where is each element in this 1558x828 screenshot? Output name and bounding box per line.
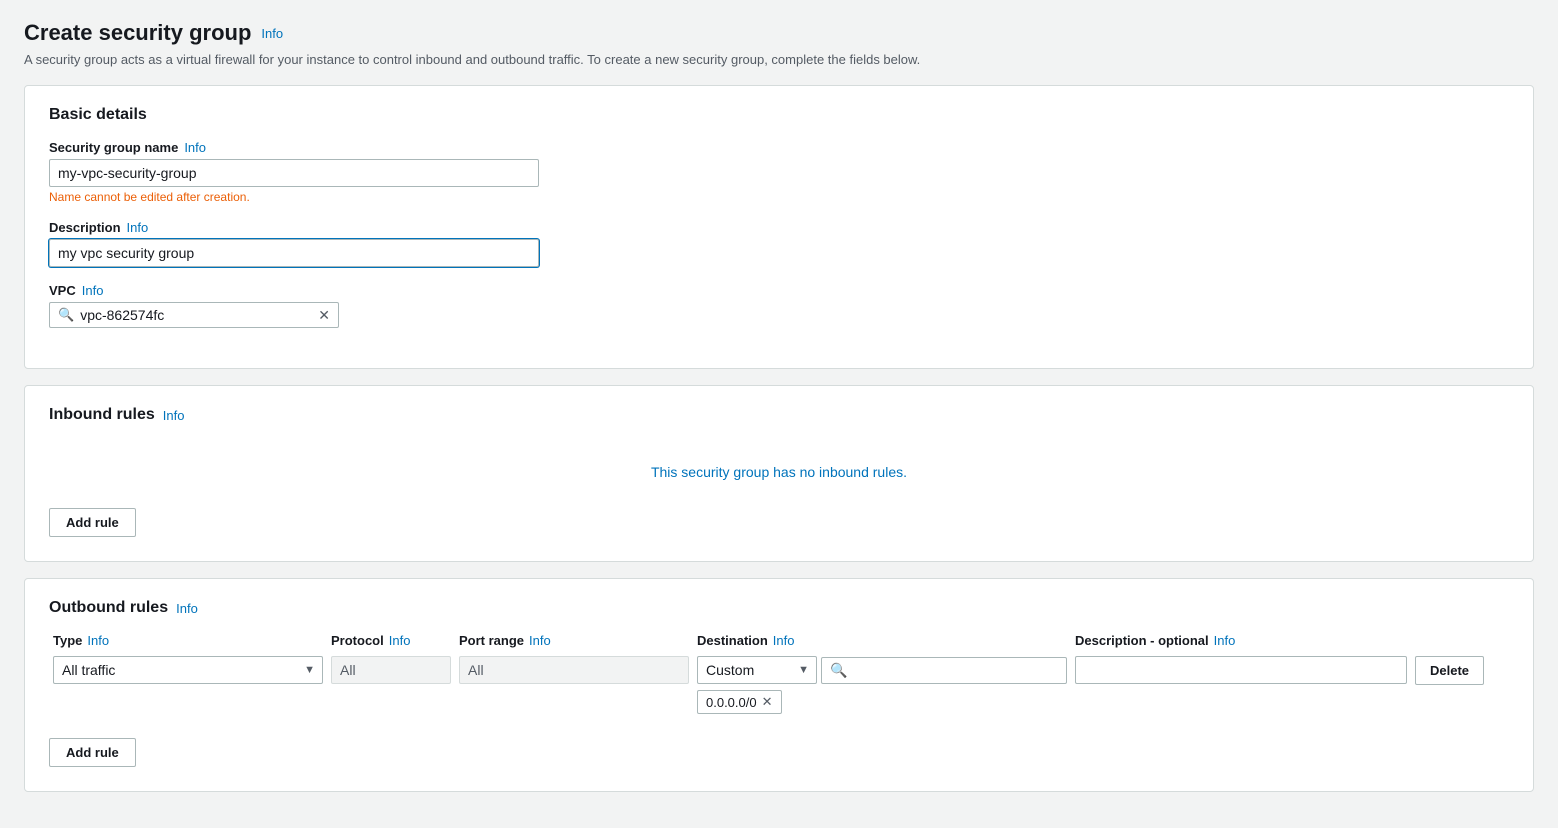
- cidr-tag: 0.0.0.0/0 ✕: [697, 690, 782, 714]
- cidr-tag-container: 0.0.0.0/0 ✕: [697, 690, 1067, 714]
- outbound-rules-section: Outbound rules Info Type Info Protocol I…: [24, 578, 1534, 792]
- inbound-rules-info-link[interactable]: Info: [163, 408, 185, 423]
- basic-details-title: Basic details: [49, 106, 147, 124]
- type-select-wrapper: All traffic ▼: [53, 656, 323, 684]
- cidr-remove-icon[interactable]: ✕: [762, 694, 773, 710]
- description-cell: [1075, 656, 1407, 684]
- vpc-search-icon: 🔍: [58, 307, 74, 323]
- page-title: Create security group Info: [24, 20, 1534, 46]
- destination-search-icon: 🔍: [830, 662, 847, 679]
- port-range-cell: All: [459, 656, 689, 684]
- destination-cell: Custom ▼ 🔍 0.0.0.0/0 ✕: [697, 656, 1067, 714]
- outbound-table-row: All traffic ▼ All All Custom ▼ �: [49, 656, 1509, 714]
- vpc-search-wrapper: 🔍 ✕: [49, 302, 339, 328]
- col-header-protocol: Protocol Info: [331, 633, 451, 648]
- outbound-bottom: Add rule: [49, 730, 1509, 767]
- inbound-add-rule-button[interactable]: Add rule: [49, 508, 136, 537]
- cidr-value: 0.0.0.0/0: [706, 695, 757, 710]
- vpc-search-input[interactable]: [80, 307, 312, 323]
- page-info-link[interactable]: Info: [261, 26, 283, 41]
- sg-name-hint: Name cannot be edited after creation.: [49, 190, 539, 204]
- col-description-info[interactable]: Info: [1214, 633, 1236, 648]
- port-range-readonly: All: [459, 656, 689, 684]
- col-header-description: Description - optional Info: [1075, 633, 1407, 648]
- sg-name-label: Security group name Info: [49, 140, 539, 155]
- basic-details-section: Basic details Security group name Info N…: [24, 85, 1534, 369]
- protocol-readonly: All: [331, 656, 451, 684]
- type-select[interactable]: All traffic: [53, 656, 323, 684]
- page-description: A security group acts as a virtual firew…: [24, 52, 1534, 67]
- description-info-link[interactable]: Info: [127, 220, 149, 235]
- col-header-destination: Destination Info: [697, 633, 1067, 648]
- destination-search-row: Custom ▼ 🔍: [697, 656, 1067, 684]
- vpc-clear-icon[interactable]: ✕: [318, 308, 330, 322]
- col-destination-info[interactable]: Info: [773, 633, 795, 648]
- outbound-rules-title: Outbound rules: [49, 599, 168, 617]
- outbound-rules-header: Outbound rules Info: [49, 599, 1509, 617]
- outbound-add-rule-button[interactable]: Add rule: [49, 738, 136, 767]
- destination-search-wrapper: 🔍: [821, 657, 1067, 684]
- outbound-description-input[interactable]: [1075, 656, 1407, 684]
- col-protocol-info[interactable]: Info: [389, 633, 411, 648]
- destination-type-select-wrapper: Custom ▼: [697, 656, 817, 684]
- col-header-type: Type Info: [53, 633, 323, 648]
- vpc-label: VPC Info: [49, 283, 1509, 298]
- sg-name-field-group: Security group name Info Name cannot be …: [49, 140, 539, 204]
- vpc-info-link[interactable]: Info: [82, 283, 104, 298]
- destination-search-input[interactable]: [853, 662, 1058, 678]
- inbound-no-rules-msg: This security group has no inbound rules…: [49, 440, 1509, 500]
- description-input[interactable]: [49, 239, 539, 267]
- sg-name-input[interactable]: [49, 159, 539, 187]
- inbound-rules-section: Inbound rules Info This security group h…: [24, 385, 1534, 562]
- outbound-table-headers: Type Info Protocol Info Port range Info …: [49, 633, 1509, 648]
- inbound-rules-title: Inbound rules: [49, 406, 155, 424]
- inbound-rules-header: Inbound rules Info: [49, 406, 1509, 424]
- delete-button[interactable]: Delete: [1415, 656, 1484, 685]
- page-title-text: Create security group: [24, 20, 251, 46]
- col-port-range-info[interactable]: Info: [529, 633, 551, 648]
- protocol-cell: All: [331, 656, 451, 684]
- description-label: Description Info: [49, 220, 539, 235]
- col-header-port-range: Port range Info: [459, 633, 689, 648]
- description-field-group: Description Info: [49, 220, 539, 267]
- basic-details-header: Basic details: [49, 106, 1509, 124]
- sg-name-info-link[interactable]: Info: [184, 140, 206, 155]
- vpc-field-group: VPC Info 🔍 ✕: [49, 283, 1509, 328]
- destination-type-select[interactable]: Custom: [697, 656, 817, 684]
- col-type-info[interactable]: Info: [87, 633, 109, 648]
- outbound-rules-info-link[interactable]: Info: [176, 601, 198, 616]
- delete-cell: Delete: [1415, 656, 1505, 685]
